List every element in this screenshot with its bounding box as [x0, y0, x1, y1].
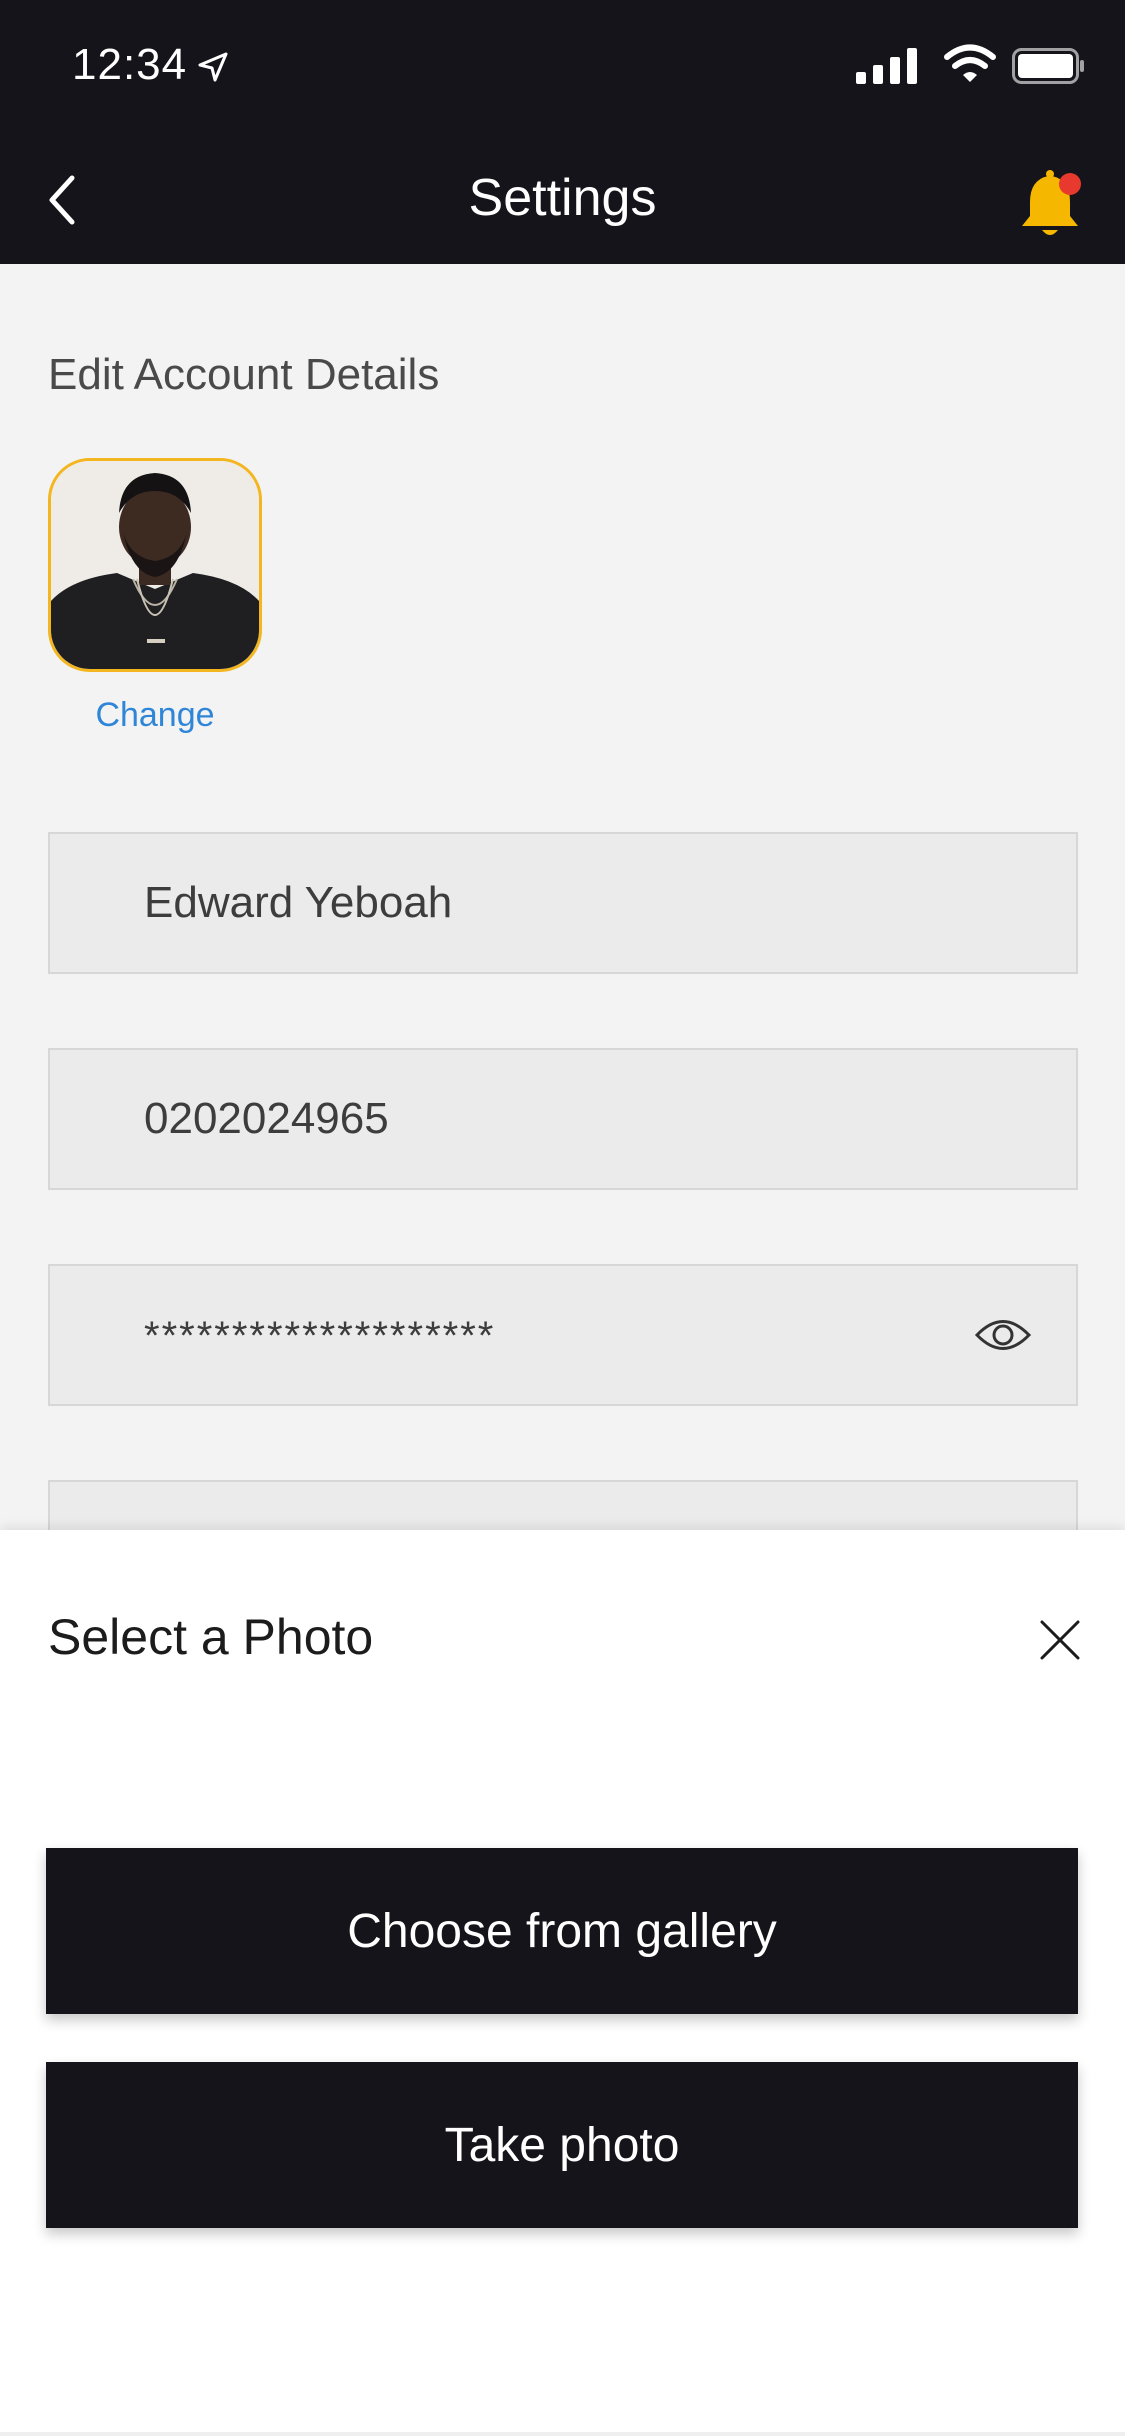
top-bar: 12:34 Settings	[0, 0, 1125, 264]
profile-photo	[51, 461, 259, 669]
battery-icon	[1012, 48, 1084, 84]
password-value: ********************	[144, 1314, 496, 1358]
select-photo-sheet: Select a Photo Choose from gallery Take …	[0, 1530, 1125, 2436]
page-title: Settings	[468, 169, 657, 227]
notifications-button[interactable]	[1018, 164, 1086, 240]
name-value: Edward Yeboah	[144, 878, 453, 927]
phone-field[interactable]: 0202024965	[48, 1048, 1078, 1190]
section-title: Edit Account Details	[48, 350, 440, 399]
divider	[0, 2432, 1125, 2436]
name-field[interactable]: Edward Yeboah	[48, 832, 1078, 974]
bell-icon	[1022, 170, 1081, 235]
location-arrow-icon	[198, 52, 228, 82]
sheet-title: Select a Photo	[48, 1609, 374, 1665]
eye-icon[interactable]	[974, 1312, 1032, 1358]
phone-value: 0202024965	[144, 1094, 389, 1143]
status-time: 12:34	[72, 40, 188, 89]
close-icon[interactable]	[1038, 1618, 1082, 1662]
password-field[interactable]: ********************	[48, 1264, 1078, 1406]
change-photo-link[interactable]: Change	[48, 696, 262, 735]
wifi-icon	[944, 44, 996, 82]
take-photo-button[interactable]: Take photo	[46, 2062, 1078, 2228]
avatar[interactable]	[48, 458, 262, 672]
signal-icon	[856, 48, 917, 84]
choose-from-gallery-button[interactable]: Choose from gallery	[46, 1848, 1078, 2014]
